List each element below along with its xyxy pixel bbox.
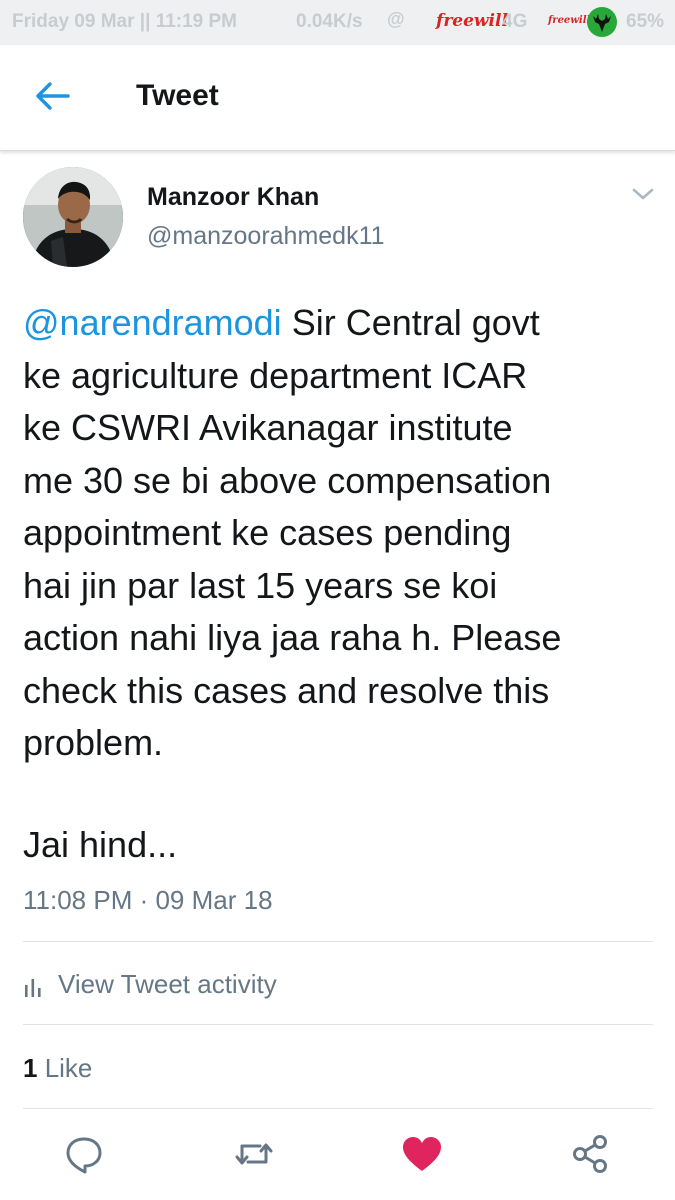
tweet-line: check this cases and resolve this [23,669,550,711]
deer-badge-icon [587,7,617,37]
divider [23,941,653,942]
heart-icon [403,1137,441,1171]
activity-label: View Tweet activity [58,969,277,999]
tweet-text: @narendramodi Sir Central govt ke agricu… [23,297,653,770]
tweet-timestamp: 11:08 PM · 09 Mar 18 [23,885,273,915]
tweet-line: @narendramodi Sir Central govt [23,297,653,350]
battery-level: 65% [626,11,665,32]
tweet-line: ke CSWRI Avikanagar institute [23,407,513,448]
like-count-label: Like [37,1053,93,1083]
tweet-line: action nahi liya jaa raha h. Please [23,617,562,658]
chevron-down-icon [632,188,654,200]
tweet-line: appointment ke cases pending [23,512,512,553]
top-app-bar: Tweet [0,45,675,151]
tweet-line: me 30 se bi above compensation [23,459,552,501]
status-bar: Friday 09 Mar || 11:19 PM 0.04K/s @ free… [0,0,675,45]
status-datetime: Friday 09 Mar || 11:19 PM [12,11,238,32]
author-handle[interactable]: @manzoorahmedk11 [147,222,385,251]
carrier-logo-small: freewill [548,15,591,26]
mention-link[interactable]: @narendramodi [23,302,282,343]
avatar[interactable] [23,167,123,267]
tweet-line: hai jin par last 15 years se koi [23,564,498,606]
tweet-menu-button[interactable] [630,184,656,204]
likes-count[interactable]: 1 Like [23,1053,92,1084]
back-button[interactable] [30,78,74,114]
carrier-logo: freewill [436,11,508,31]
tweet-line: ke agriculture department ICAR [23,354,528,396]
page-title: Tweet [136,79,219,112]
reply-icon [66,1137,102,1174]
tweet-line: problem. [23,722,164,763]
tweet-line-text: Sir Central govt [281,302,540,343]
bar-chart-icon [25,979,41,997]
reply-button[interactable] [62,1132,106,1176]
divider [23,1024,653,1025]
like-button[interactable] [400,1132,444,1176]
share-icon [573,1135,607,1173]
tweet-sign-off: Jai hind... [23,824,178,865]
author-name[interactable]: Manzoor Khan [147,183,319,212]
avatar-image [23,167,123,267]
share-button[interactable] [569,1132,613,1176]
divider [23,1108,653,1109]
network-type: 4G [502,11,528,32]
like-count-number: 1 [23,1053,38,1083]
arrow-left-icon [36,82,70,110]
retweet-button[interactable] [232,1132,276,1176]
status-net-speed: 0.04K/s [296,11,363,32]
status-at-icon: @ [387,9,405,29]
retweet-icon [235,1143,273,1165]
